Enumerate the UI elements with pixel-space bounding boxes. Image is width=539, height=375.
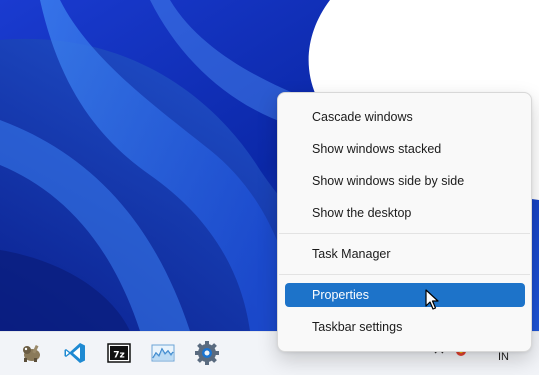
- svg-text:7z: 7z: [113, 351, 125, 361]
- menu-separator: [279, 233, 530, 234]
- mouse-pointer-icon: [425, 289, 439, 310]
- menu-item-cascade-windows[interactable]: Cascade windows: [285, 105, 525, 129]
- input-language-indicator[interactable]: IN: [498, 351, 509, 363]
- menu-item-show-windows-side-by-side[interactable]: Show windows side by side: [285, 169, 525, 193]
- menu-item-properties[interactable]: Properties: [285, 283, 525, 307]
- menu-item-show-windows-stacked[interactable]: Show windows stacked: [285, 137, 525, 161]
- menu-item-task-manager[interactable]: Task Manager: [285, 242, 525, 266]
- menu-item-taskbar-settings[interactable]: Taskbar settings: [285, 315, 525, 339]
- vscode-icon[interactable]: [60, 338, 90, 368]
- settings-gear-icon[interactable]: [192, 338, 222, 368]
- gimp-icon[interactable]: [16, 338, 46, 368]
- resource-monitor-icon[interactable]: [148, 338, 178, 368]
- menu-separator: [279, 274, 530, 275]
- menu-item-show-desktop[interactable]: Show the desktop: [285, 201, 525, 225]
- 7zip-icon[interactable]: 7z: [104, 338, 134, 368]
- taskbar-context-menu: Cascade windows Show windows stacked Sho…: [277, 92, 532, 352]
